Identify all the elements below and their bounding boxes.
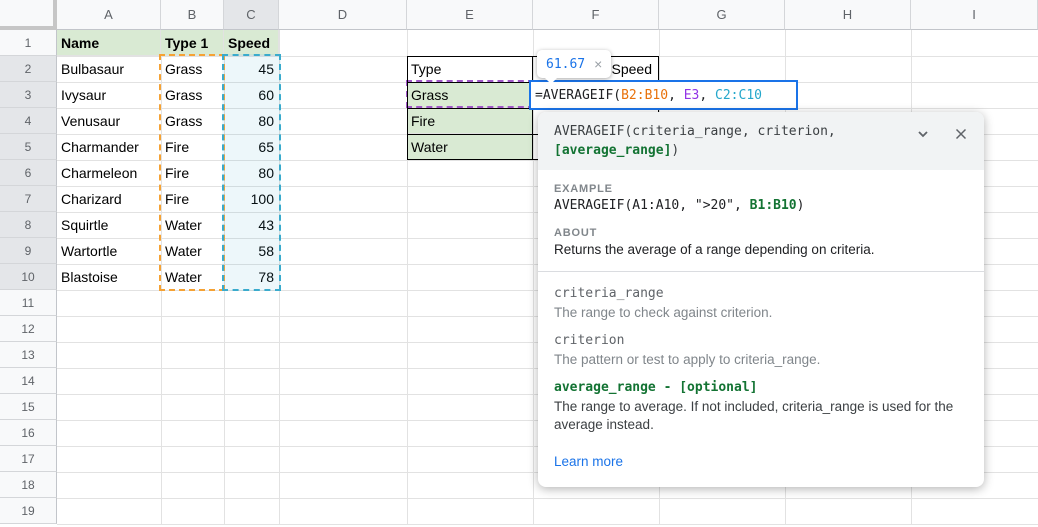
tooltip-close-icon[interactable]: × (594, 56, 602, 72)
formula-result-value: 61.67 (546, 57, 585, 72)
cell-A3[interactable]: Ivysaur (57, 82, 161, 108)
formula-segment: C2:C10 (715, 88, 762, 103)
function-signature: AVERAGEIF(criteria_range, criterion, [av… (538, 112, 984, 170)
row-header-19[interactable]: 19 (0, 498, 57, 524)
column-header-D[interactable]: D (279, 0, 407, 30)
row-header-2[interactable]: 2 (0, 56, 57, 82)
formula-segment: B2:B10 (621, 88, 668, 103)
spreadsheet: =AVERAGEIF(B2:B10, E3, C2:C10 61.67 × AV… (0, 0, 1038, 527)
cell-A8[interactable]: Squirtle (57, 212, 161, 238)
example-formula: AVERAGEIF(A1:A10, ">20", B1:B10) (554, 198, 968, 213)
cell-A9[interactable]: Wartortle (57, 238, 161, 264)
cell-C1[interactable]: Speed (224, 30, 279, 56)
column-header-B[interactable]: B (161, 0, 224, 30)
divider (538, 271, 984, 272)
row-header-13[interactable]: 13 (0, 342, 57, 368)
signature-prefix: AVERAGEIF(criteria_range, criterion, (554, 124, 836, 139)
cell-B1[interactable]: Type 1 (161, 30, 224, 56)
select-all-corner[interactable] (0, 0, 57, 30)
average-range-highlight (222, 54, 281, 291)
row-header-16[interactable]: 16 (0, 420, 57, 446)
gridline (57, 498, 1038, 499)
close-icon[interactable] (954, 127, 968, 141)
column-header-C[interactable]: C (224, 0, 279, 30)
row-header-18[interactable]: 18 (0, 472, 57, 498)
cell-A2[interactable]: Bulbasaur (57, 56, 161, 82)
criterion-cell-highlight (406, 80, 534, 108)
cell-A10[interactable]: Blastoise (57, 264, 161, 290)
formula-segment: , (668, 88, 684, 103)
formula-segment: =AVERAGEIF( (535, 88, 621, 103)
row-header-6[interactable]: 6 (0, 160, 57, 186)
criteria-range-highlight (159, 54, 225, 291)
signature-suffix: ) (671, 143, 679, 158)
row-header-1[interactable]: 1 (0, 30, 57, 56)
param-desc-criteria-range: The range to check against criterion. (554, 304, 968, 322)
signature-optional-arg: [average_range] (554, 143, 671, 158)
formula-segment: , (699, 88, 715, 103)
row-header-5[interactable]: 5 (0, 134, 57, 160)
row-header-7[interactable]: 7 (0, 186, 57, 212)
formula-cell-editor[interactable]: =AVERAGEIF(B2:B10, E3, C2:C10 (529, 80, 798, 110)
about-text: Returns the average of a range depending… (554, 242, 968, 257)
cell-E5[interactable]: Water (407, 134, 533, 160)
param-desc-criterion: The pattern or test to apply to criteria… (554, 351, 968, 369)
example-label: EXAMPLE (554, 183, 968, 195)
column-header-E[interactable]: E (407, 0, 533, 30)
cell-A1[interactable]: Name (57, 30, 161, 56)
example-suffix: ) (797, 198, 805, 213)
param-name-criteria-range: criteria_range (554, 286, 968, 301)
chevron-down-icon[interactable] (916, 127, 930, 141)
gridline (57, 524, 1038, 525)
row-header-9[interactable]: 9 (0, 238, 57, 264)
row-header-3[interactable]: 3 (0, 82, 57, 108)
row-header-14[interactable]: 14 (0, 368, 57, 394)
example-highlight: B1:B10 (750, 198, 797, 213)
cell-A4[interactable]: Venusaur (57, 108, 161, 134)
row-header-15[interactable]: 15 (0, 394, 57, 420)
cell-A5[interactable]: Charmander (57, 134, 161, 160)
cell-E4[interactable]: Fire (407, 108, 533, 134)
about-label: ABOUT (554, 227, 968, 239)
column-header-H[interactable]: H (785, 0, 911, 30)
column-header-A[interactable]: A (57, 0, 161, 30)
function-help-popup: AVERAGEIF(criteria_range, criterion, [av… (538, 112, 984, 487)
example-prefix: AVERAGEIF(A1:A10, ">20", (554, 198, 750, 213)
row-header-11[interactable]: 11 (0, 290, 57, 316)
row-header-8[interactable]: 8 (0, 212, 57, 238)
column-header-I[interactable]: I (911, 0, 1038, 30)
row-header-12[interactable]: 12 (0, 316, 57, 342)
cell-E2[interactable]: Type (407, 56, 533, 82)
param-desc-average-range: The range to average. If not included, c… (554, 398, 968, 434)
cell-A7[interactable]: Charizard (57, 186, 161, 212)
row-header-17[interactable]: 17 (0, 446, 57, 472)
cell-A6[interactable]: Charmeleon (57, 160, 161, 186)
formula-result-tooltip: 61.67 × (537, 50, 611, 78)
column-header-F[interactable]: F (533, 0, 659, 30)
formula-segment: E3 (684, 88, 700, 103)
param-name-criterion: criterion (554, 333, 968, 348)
row-header-10[interactable]: 10 (0, 264, 57, 290)
column-header-G[interactable]: G (659, 0, 785, 30)
row-header-4[interactable]: 4 (0, 108, 57, 134)
param-name-average-range: average_range - [optional] (554, 380, 968, 395)
learn-more-link[interactable]: Learn more (554, 454, 623, 469)
